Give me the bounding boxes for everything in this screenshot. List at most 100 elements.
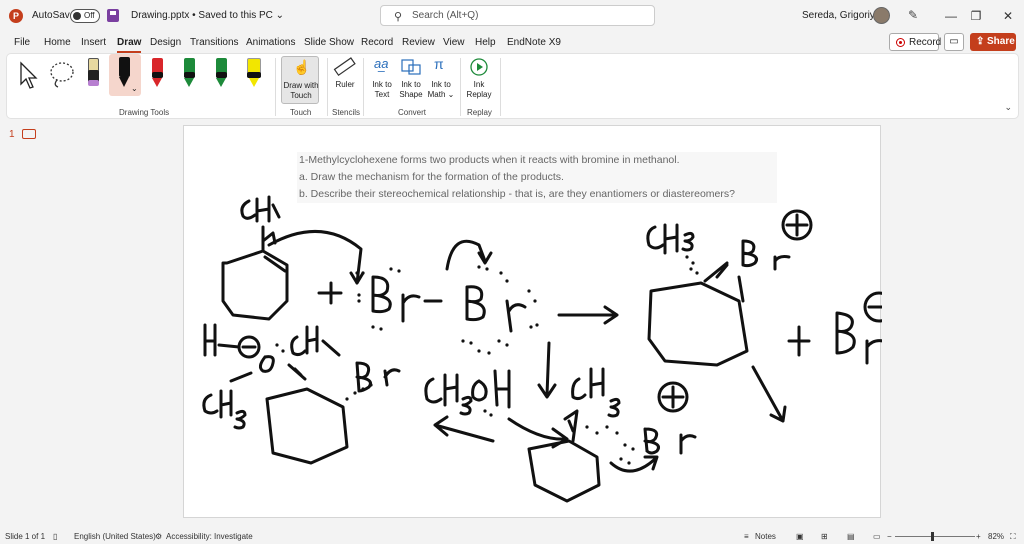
pen-1-icon[interactable] <box>87 58 101 90</box>
tab-slide-show[interactable]: Slide Show <box>304 37 354 48</box>
highlighter-yellow-icon[interactable] <box>246 58 262 90</box>
ribbon-separator <box>275 58 276 116</box>
zoom-slider-thumb[interactable] <box>931 532 934 541</box>
record-icon <box>896 38 905 47</box>
ink-to-math-label-2: Math ⌄ <box>427 90 455 99</box>
tab-view[interactable]: View <box>443 37 465 48</box>
search-placeholder: Search (Alt+Q) <box>412 10 479 21</box>
slide-canvas[interactable]: 1-Methylcyclohexene forms two products w… <box>183 125 882 519</box>
tab-design[interactable]: Design <box>150 37 181 48</box>
user-name[interactable]: Sereda, Grigoriy A <box>802 10 884 21</box>
ink-to-shape-label-1: Ink to <box>401 80 421 89</box>
ruler-icon <box>333 57 356 77</box>
share-button[interactable]: ⇪ Share <box>970 33 1016 51</box>
menu-bar: File Home Insert Draw Design Transitions… <box>0 33 1024 53</box>
slideshow-view-icon[interactable]: ▭ <box>873 532 881 541</box>
ink-to-math-icon: π <box>434 56 444 72</box>
ink-replay-label-1: Ink <box>473 80 485 89</box>
slide-thumbnail-number[interactable]: 1 <box>9 129 15 140</box>
autosave-state: Off <box>84 11 95 20</box>
language-status[interactable]: English (United States) <box>74 532 156 541</box>
tab-draw[interactable]: Draw <box>117 37 142 53</box>
record-button[interactable]: Record <box>889 33 942 51</box>
group-label-stencils: Stencils <box>332 108 361 117</box>
status-bar: Slide 1 of 1 ▯ English (United States) ⚙… <box>0 529 1024 544</box>
draw-with-touch-button[interactable]: ☝ Draw with Touch <box>281 56 319 104</box>
spelling-book-icon[interactable]: ▯ <box>53 532 57 541</box>
ink-to-shape-button[interactable]: Ink to Shape <box>397 56 425 102</box>
ink-replay-button[interactable]: Ink Replay <box>463 56 495 102</box>
group-label-drawing-tools: Drawing Tools <box>119 108 170 117</box>
tab-animations[interactable]: Animations <box>246 37 295 48</box>
group-label-touch: Touch <box>290 108 312 117</box>
tab-record[interactable]: Record <box>361 37 393 48</box>
tab-help[interactable]: Help <box>475 37 496 48</box>
share-label: Share <box>987 36 1015 47</box>
select-tool-icon[interactable] <box>17 60 41 90</box>
reading-view-icon[interactable]: ▤ <box>847 532 855 541</box>
zoom-slider-track[interactable] <box>895 536 975 537</box>
accessibility-status[interactable]: Accessibility: Investigate <box>166 532 253 541</box>
document-title[interactable]: Drawing.pptx • Saved to this PC ⌄ <box>131 10 284 21</box>
save-icon[interactable] <box>107 9 119 22</box>
share-icon: ⇪ <box>976 36 985 47</box>
pen-4-green-icon[interactable] <box>183 58 197 90</box>
ink-to-math-label-1: Ink to <box>431 80 451 89</box>
comments-button[interactable]: ▭ <box>944 33 964 51</box>
search-input[interactable]: ⚲ Search (Alt+Q) <box>380 5 655 26</box>
comment-icon: ▭ <box>949 36 959 47</box>
ribbon-separator <box>460 58 461 116</box>
pen-icon[interactable]: ✎ <box>905 8 921 24</box>
zoom-level[interactable]: 82% <box>988 532 1004 541</box>
pen-dropdown-icon[interactable]: ⌄ <box>131 84 138 93</box>
tab-review[interactable]: Review <box>402 37 435 48</box>
search-icon: ⚲ <box>394 11 403 23</box>
normal-view-icon[interactable]: ▣ <box>796 532 804 541</box>
tab-home[interactable]: Home <box>44 37 71 48</box>
toggle-knob <box>73 12 81 20</box>
draw-with-touch-label-2: Touch <box>290 91 312 100</box>
ruler-button[interactable]: Ruler <box>331 56 359 96</box>
avatar[interactable] <box>873 7 890 24</box>
slide-thumbnail-icon[interactable] <box>22 129 36 139</box>
slide-sorter-icon[interactable]: ⊞ <box>821 532 828 541</box>
ink-drawing[interactable] <box>184 126 882 519</box>
minimize-button[interactable]: — <box>940 7 962 25</box>
restore-button[interactable]: ❐ <box>965 7 987 25</box>
tab-file[interactable]: File <box>14 37 30 48</box>
ruler-label: Ruler <box>335 80 355 89</box>
autosave-label: AutoSave <box>32 10 76 21</box>
pen-3-red-icon[interactable] <box>151 58 165 90</box>
lasso-select-icon[interactable] <box>47 60 77 90</box>
ink-to-text-button[interactable]: a͟a Ink to Text <box>369 56 395 102</box>
record-label: Record <box>909 37 942 48</box>
ribbon: ⌄ Drawing Tools ☝ Draw with Touch Touch … <box>6 53 1019 119</box>
ribbon-separator <box>363 58 364 116</box>
fit-to-window-icon[interactable]: ⛶ <box>1010 532 1016 542</box>
ribbon-collapse-chevron-icon[interactable]: ⌄ <box>1004 102 1012 113</box>
pen-2-selected-icon[interactable]: ⌄ <box>109 54 141 96</box>
powerpoint-app-icon: P <box>9 9 23 23</box>
tab-transitions[interactable]: Transitions <box>190 37 239 48</box>
zoom-in-button[interactable]: + <box>976 532 981 541</box>
replay-icon <box>470 58 488 76</box>
autosave-toggle[interactable]: Off <box>70 9 100 23</box>
tab-insert[interactable]: Insert <box>81 37 106 48</box>
ink-to-text-icon: a͟a <box>374 56 389 71</box>
notes-icon: ≡ <box>744 532 749 541</box>
ink-to-shape-label-2: Shape <box>399 90 423 99</box>
ink-to-shape-icon <box>401 59 421 75</box>
ink-to-math-button[interactable]: π Ink to Math ⌄ <box>426 56 456 102</box>
ribbon-separator <box>500 58 501 116</box>
zoom-out-button[interactable]: − <box>887 532 892 541</box>
close-button[interactable]: ✕ <box>997 7 1019 25</box>
ink-to-text-label-2: Text <box>374 90 390 99</box>
ink-replay-label-2: Replay <box>466 90 492 99</box>
pen-5-green-icon[interactable] <box>215 58 229 90</box>
ribbon-separator <box>327 58 328 116</box>
tab-endnote[interactable]: EndNote X9 <box>507 37 561 48</box>
slide-counter: Slide 1 of 1 <box>5 532 46 541</box>
notes-button[interactable]: Notes <box>755 532 776 541</box>
title-bar: P AutoSave Off Drawing.pptx • Saved to t… <box>0 0 1024 32</box>
group-label-replay: Replay <box>467 108 492 117</box>
